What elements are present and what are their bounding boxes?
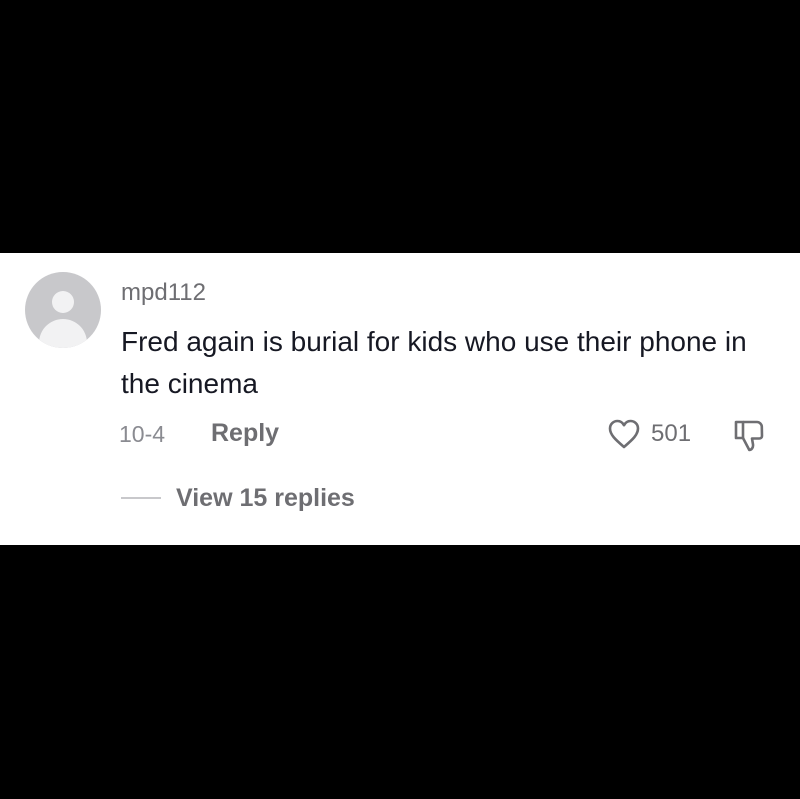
comment-date: 10-4 — [119, 421, 166, 447]
screenshot-frame: mpd112 Fred again is burial for kids who… — [0, 0, 800, 799]
thumbs-down-icon[interactable] — [733, 419, 765, 453]
avatar-head — [52, 291, 74, 313]
like-button[interactable]: 501 — [607, 416, 691, 452]
like-count: 501 — [651, 420, 692, 447]
replies-divider-line — [121, 497, 161, 499]
view-replies-label: View 15 replies — [176, 484, 355, 512]
view-replies-button[interactable]: View 15 replies — [121, 482, 355, 514]
comment-card: mpd112 Fred again is burial for kids who… — [0, 253, 800, 545]
avatar-body — [39, 319, 87, 348]
user-avatar-icon[interactable] — [25, 272, 101, 348]
reply-button[interactable]: Reply — [211, 417, 279, 449]
comment-username[interactable]: mpd112 — [121, 278, 206, 308]
heart-icon — [608, 419, 640, 449]
comment-text: Fred again is burial for kids who use th… — [121, 326, 747, 399]
